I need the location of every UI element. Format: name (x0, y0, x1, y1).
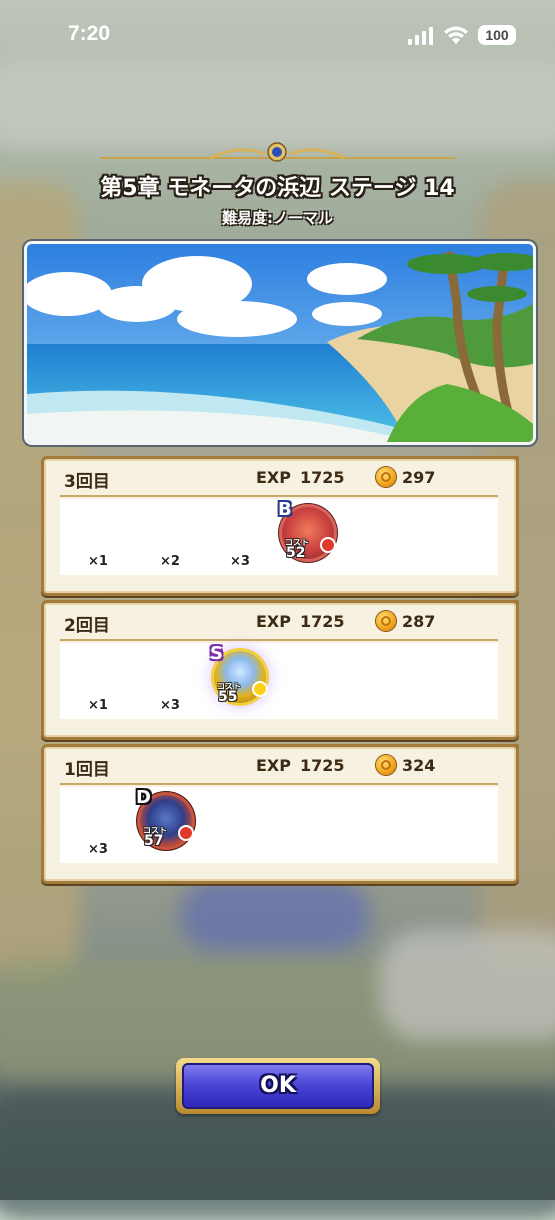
gold-coin-icon (376, 467, 396, 487)
drop-list: ×1 ×3 S コスト 55 (60, 643, 498, 719)
monster-medal[interactable]: S コスト 55 (210, 643, 268, 705)
status-time: 7:20 (68, 22, 111, 45)
result-panel-run-1: 1回目 EXP 1725 324 ×3 D コスト 57 (41, 744, 519, 884)
result-panel-run-3: 3回目 EXP 1725 297 ×1 ×2 ×3 B コスト 52 (41, 456, 519, 596)
drop-list: ×1 ×2 ×3 B コスト 52 (60, 499, 498, 575)
gold-value: 297 (402, 468, 436, 487)
cost-value: 57 (144, 833, 164, 849)
difficulty-label: 難易度:ノーマル (222, 209, 333, 227)
battery-icon: 100 (478, 25, 516, 45)
drop-quantity: ×2 (160, 554, 180, 569)
wifi-icon (444, 26, 468, 44)
drop-quantity: ×3 (160, 698, 180, 713)
type-dot-icon (320, 537, 336, 553)
result-header: 2回目 EXP 1725 287 (44, 603, 516, 639)
ok-button-frame: OK (176, 1058, 380, 1114)
result-header: 3回目 EXP 1725 297 (44, 459, 516, 495)
stage-title: 第5章 モネータの浜辺 ステージ 14 (100, 176, 455, 201)
rank-badge: B (278, 499, 292, 520)
cost-value: 55 (218, 689, 238, 705)
exp-label: EXP (256, 612, 291, 631)
drop-item[interactable]: ×3 (140, 643, 200, 719)
run-label: 3回目 (64, 472, 110, 492)
drop-quantity: ×3 (230, 554, 250, 569)
rank-badge: S (210, 643, 223, 664)
gold-coin-icon (376, 611, 396, 631)
panel-corner (506, 456, 519, 469)
exp-value: 1725 (300, 756, 345, 775)
ok-button[interactable]: OK (182, 1063, 374, 1109)
cellular-signal-icon (408, 27, 433, 45)
monster-medal[interactable]: D コスト 57 (136, 787, 194, 849)
drop-item[interactable]: ×3 (68, 787, 128, 863)
gold-coin-icon (376, 755, 396, 775)
result-panel-run-2: 2回目 EXP 1725 287 ×1 ×3 S コスト 55 (41, 600, 519, 740)
drop-item[interactable]: ×3 (210, 499, 270, 575)
panel-corner (506, 744, 519, 757)
monster-medal[interactable]: B コスト 52 (278, 499, 336, 561)
run-label: 1回目 (64, 760, 110, 780)
panel-divider (60, 783, 498, 785)
status-bar: 7:20 100 (0, 0, 555, 72)
drop-item[interactable]: ×1 (68, 499, 128, 575)
rank-badge: D (136, 787, 151, 808)
exp-label: EXP (256, 468, 291, 487)
type-dot-icon (252, 681, 268, 697)
panel-divider (60, 639, 498, 641)
run-label: 2回目 (64, 616, 110, 636)
exp-value: 1725 (300, 612, 345, 631)
gold-value: 287 (402, 612, 436, 631)
drop-quantity: ×1 (88, 698, 108, 713)
drop-quantity: ×3 (88, 842, 108, 857)
exp-value: 1725 (300, 468, 345, 487)
type-dot-icon (178, 825, 194, 841)
drop-item[interactable]: ×1 (68, 643, 128, 719)
exp-label: EXP (256, 756, 291, 775)
cost-value: 52 (286, 545, 306, 561)
panel-corner (506, 600, 519, 613)
result-header: 1回目 EXP 1725 324 (44, 747, 516, 783)
drop-quantity: ×1 (88, 554, 108, 569)
panel-divider (60, 495, 498, 497)
drop-list: ×3 D コスト 57 (60, 787, 498, 863)
gold-value: 324 (402, 756, 436, 775)
drop-item[interactable]: ×2 (140, 499, 200, 575)
stage-banner-image (24, 241, 536, 445)
title-ornament (100, 142, 455, 162)
